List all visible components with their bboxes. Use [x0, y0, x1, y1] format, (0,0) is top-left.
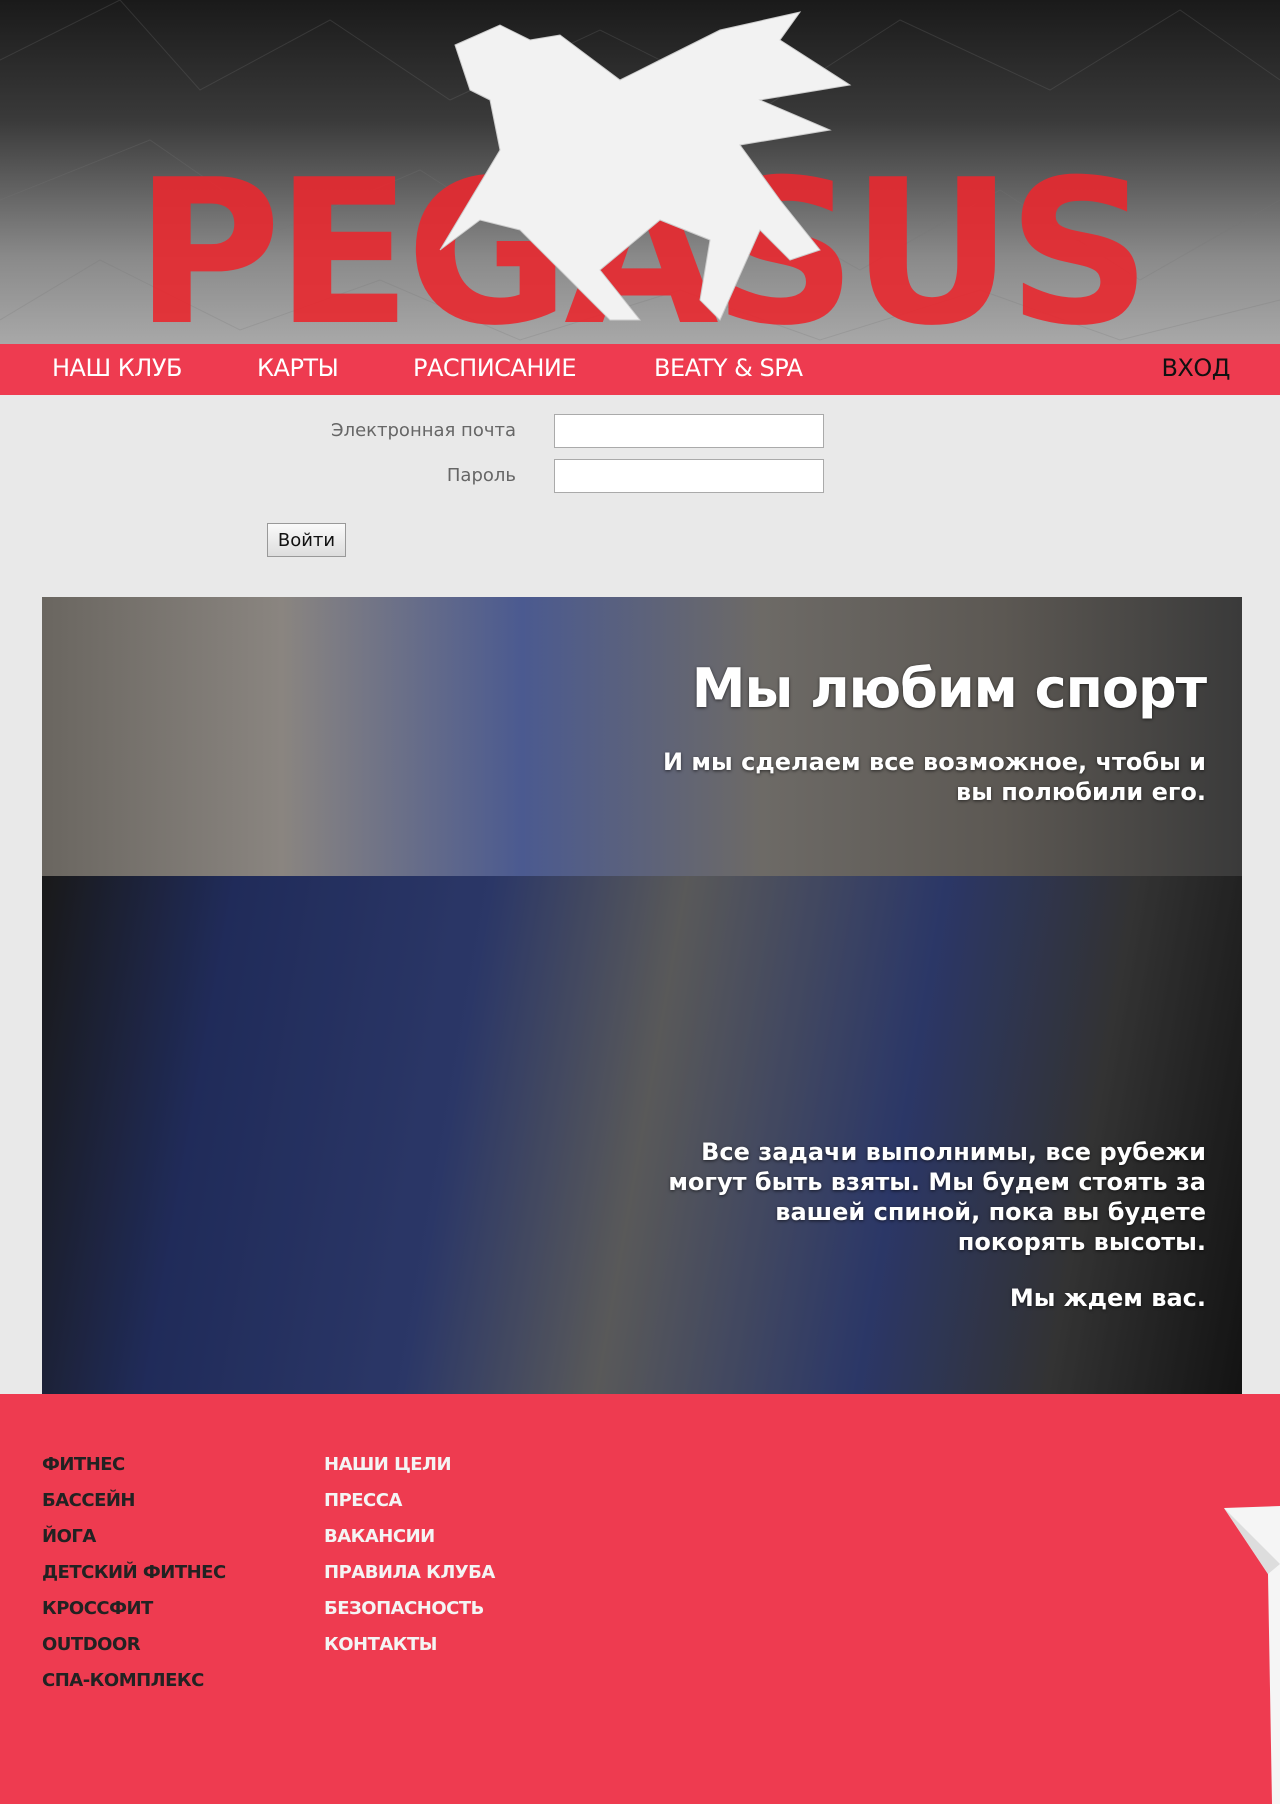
footer-link[interactable]: OUTDOOR	[42, 1634, 226, 1670]
hero-photo-top	[42, 597, 1242, 876]
nav-item-club[interactable]: НАШ КЛУБ	[52, 354, 182, 382]
footer-link[interactable]: ФИТНЕС	[42, 1454, 226, 1490]
footer-link[interactable]: НАШИ ЦЕЛИ	[324, 1454, 495, 1490]
hero-banner: Мы любим спорт И мы сделаем все возможно…	[42, 597, 1242, 1394]
footer-link[interactable]: ПРАВИЛА КЛУБА	[324, 1562, 495, 1598]
hero-subtitle: И мы сделаем все возможное, чтобы и вы п…	[662, 748, 1206, 806]
nav-item-spa[interactable]: BEATY & SPA	[654, 354, 803, 382]
nav-login-link[interactable]: ВХОД	[1161, 354, 1230, 382]
footer-link[interactable]: ВАКАНСИИ	[324, 1526, 495, 1562]
nav-item-cards[interactable]: КАРТЫ	[257, 354, 339, 382]
footer-link[interactable]: БЕЗОПАСНОСТЬ	[324, 1598, 495, 1634]
email-input[interactable]	[554, 414, 824, 448]
footer-link[interactable]: ДЕТСКИЙ ФИТНЕС	[42, 1562, 226, 1598]
header-banner: PEGASUS	[0, 0, 1280, 344]
password-input[interactable]	[554, 459, 824, 493]
login-button[interactable]: Войти	[267, 523, 346, 557]
footer-link[interactable]: СПА-КОМПЛЕКС	[42, 1670, 226, 1706]
main-nav: НАШ КЛУБ КАРТЫ РАСПИСАНИЕ BEATY & SPA ВХ…	[0, 344, 1280, 395]
footer-link[interactable]: КОНТАКТЫ	[324, 1634, 495, 1670]
footer: ФИТНЕС БАССЕЙН ЙОГА ДЕТСКИЙ ФИТНЕС КРОСС…	[0, 1394, 1280, 1804]
hero-title: Мы любим спорт	[691, 657, 1207, 720]
password-label: Пароль	[446, 465, 516, 486]
hero-paragraph: Все задачи выполнимы, все рубежи могут б…	[668, 1138, 1206, 1256]
hero-closing: Мы ждем вас.	[1009, 1284, 1206, 1312]
pegasus-wing-decoration	[1224, 1506, 1280, 1804]
email-label: Электронная почта	[331, 420, 516, 441]
nav-item-schedule[interactable]: РАСПИСАНИЕ	[413, 354, 577, 382]
hero-photo-bottom	[42, 876, 1242, 1394]
footer-services-list: ФИТНЕС БАССЕЙН ЙОГА ДЕТСКИЙ ФИТНЕС КРОСС…	[42, 1454, 226, 1706]
pegasus-logo: PEGASUS	[0, 0, 1280, 344]
footer-link[interactable]: ЙОГА	[42, 1526, 226, 1562]
footer-link[interactable]: БАССЕЙН	[42, 1490, 226, 1526]
footer-info-list: НАШИ ЦЕЛИ ПРЕССА ВАКАНСИИ ПРАВИЛА КЛУБА …	[324, 1454, 495, 1670]
footer-link[interactable]: ПРЕССА	[324, 1490, 495, 1526]
footer-link[interactable]: КРОССФИТ	[42, 1598, 226, 1634]
